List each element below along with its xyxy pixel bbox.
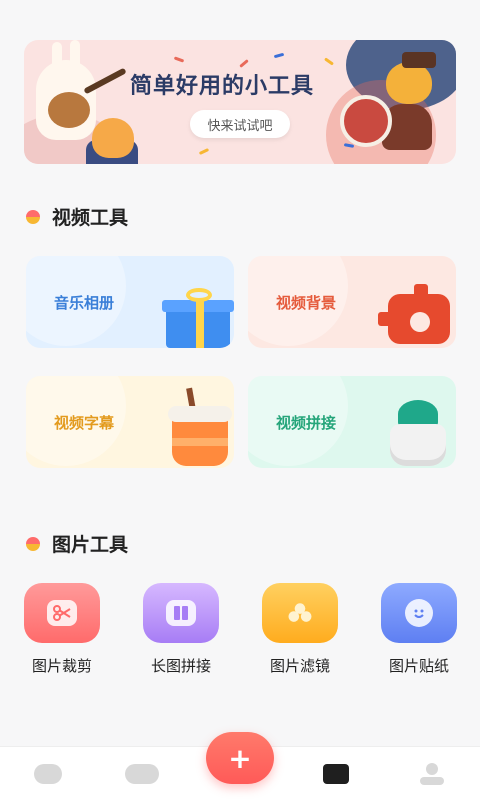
try-it-button[interactable]: 快来试试吧 [190, 110, 290, 138]
image-crop-tool[interactable]: 图片裁剪 [24, 583, 100, 676]
card-label: 视频字幕 [54, 414, 115, 432]
tool-icon-bg [24, 583, 100, 643]
gear-tooth-icon [414, 284, 428, 298]
card-label: 视频拼接 [276, 414, 337, 432]
profile-icon [420, 763, 444, 785]
video-subtitle-card[interactable]: 视频字幕 [26, 376, 234, 468]
section-dot-icon [26, 209, 40, 224]
cup-stripe-icon [172, 438, 228, 446]
sticker-icon [405, 599, 433, 627]
cup-lid-icon [168, 406, 232, 422]
gift-ribbon-icon [196, 300, 204, 348]
hat-illustration [402, 52, 436, 68]
image-filter-tool[interactable]: 图片滤镜 [262, 583, 338, 676]
scissors-icon [47, 600, 77, 626]
section-title: 视频工具 [52, 207, 129, 229]
nav-toolbox[interactable] [316, 757, 356, 791]
tool-icon-bg [143, 583, 219, 643]
confetti-decoration [273, 52, 285, 59]
video-merge-card[interactable]: 视频拼接 [248, 376, 456, 468]
pot-icon [390, 424, 446, 466]
drummer-cat-mascot [386, 62, 432, 104]
tool-icon-bg [381, 583, 457, 643]
tool-icon-bg [262, 583, 338, 643]
drum-illustration [340, 95, 392, 147]
banner-title: 简单好用的小工具 [130, 74, 315, 99]
filter-icon [285, 600, 315, 626]
confetti-decoration [198, 148, 210, 155]
long-image-merge-tool[interactable]: 长图拼接 [143, 583, 219, 676]
image-sticker-tool[interactable]: 图片贴纸 [381, 583, 457, 676]
gear-tooth-icon [378, 312, 392, 326]
guitar-illustration [48, 92, 90, 128]
video-tools-header: 视频工具 [26, 203, 128, 230]
video-background-card[interactable]: 视频背景 [248, 256, 456, 348]
tool-label: 图片贴纸 [388, 657, 449, 675]
section-title: 图片工具 [52, 534, 129, 556]
tool-label: 图片滤镜 [269, 657, 330, 675]
section-dot-icon [26, 536, 40, 551]
card-label: 视频背景 [276, 294, 337, 312]
toolbox-icon [323, 764, 349, 784]
confetti-decoration [324, 57, 334, 66]
toggle-icon [125, 764, 159, 784]
music-album-card[interactable]: 音乐相册 [26, 256, 234, 348]
confetti-decoration [239, 59, 249, 68]
nav-profile[interactable] [412, 757, 452, 791]
confetti-decoration [173, 56, 185, 63]
add-icon[interactable]: + [206, 732, 274, 784]
nav-home[interactable] [28, 757, 68, 791]
gear-hole-icon [410, 312, 430, 332]
columns-icon [166, 600, 196, 626]
image-tools-header: 图片工具 [26, 530, 128, 557]
card-label: 音乐相册 [54, 294, 115, 312]
nav-toggle[interactable] [122, 757, 162, 791]
home-icon [34, 764, 62, 784]
tool-label: 图片裁剪 [31, 657, 92, 675]
gift-bow-icon [186, 288, 212, 302]
tool-label: 长图拼接 [150, 657, 211, 675]
cat-mascot [92, 118, 134, 158]
